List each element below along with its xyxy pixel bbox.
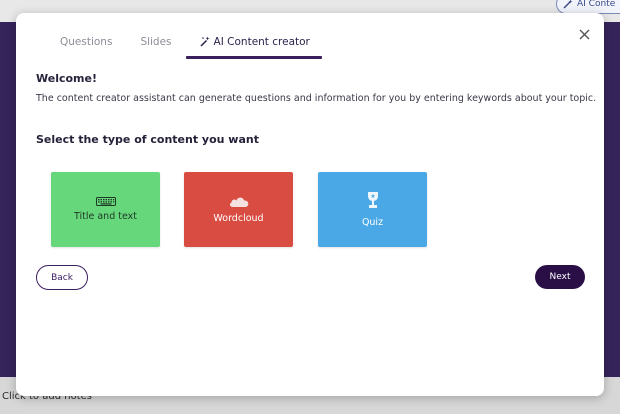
- magic-wand-icon: [200, 35, 210, 47]
- content-type-heading: Select the type of content you want: [36, 133, 259, 146]
- next-button[interactable]: Next: [535, 265, 585, 289]
- content-type-wordcloud-label: Wordcloud: [213, 212, 264, 224]
- dialog-tabs: Questions Slides AI Content creator: [50, 35, 323, 59]
- welcome-heading: Welcome!: [36, 72, 97, 85]
- tab-ai-content-creator[interactable]: AI Content creator: [185, 35, 323, 59]
- ai-content-button-label: AI Conte: [577, 0, 616, 9]
- trophy-icon: [366, 191, 380, 209]
- content-type-quiz-label: Quiz: [361, 217, 384, 228]
- back-button[interactable]: Back: [36, 265, 88, 290]
- content-type-wordcloud[interactable]: Wordcloud: [184, 172, 293, 247]
- content-type-title-and-text[interactable]: Title and text: [51, 172, 160, 247]
- close-button[interactable]: [574, 24, 594, 44]
- content-type-quiz[interactable]: Quiz: [318, 172, 427, 247]
- wand-icon: [563, 0, 573, 9]
- keyboard-icon: [95, 197, 116, 206]
- close-icon: [579, 29, 589, 39]
- tab-slides[interactable]: Slides: [140, 35, 171, 57]
- tab-ai-content-creator-label: AI Content creator: [213, 36, 310, 48]
- tab-questions[interactable]: Questions: [60, 35, 112, 57]
- content-type-title-and-text-label: Title and text: [73, 211, 138, 222]
- ai-content-button[interactable]: AI Conte: [556, 0, 620, 14]
- content-dialog: Questions Slides AI Content creator Welc…: [16, 13, 604, 396]
- cloud-icon: [228, 196, 250, 208]
- welcome-description: The content creator assistant can genera…: [36, 93, 597, 104]
